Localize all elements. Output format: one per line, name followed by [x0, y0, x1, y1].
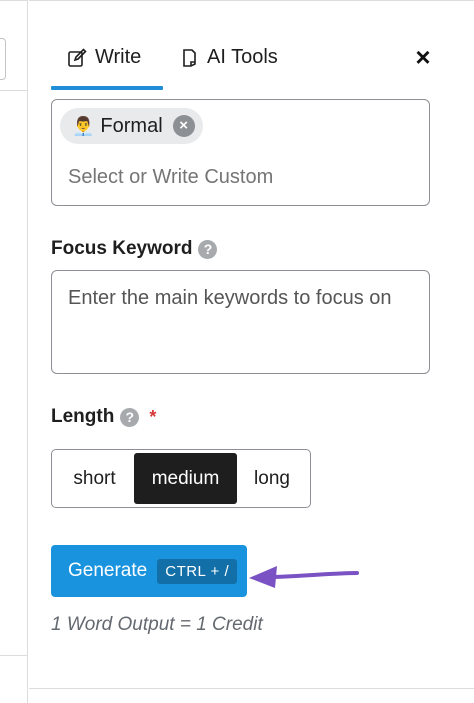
- tab-ai-tools-label: AI Tools: [207, 46, 278, 68]
- tab-ai-tools[interactable]: AI Tools: [179, 46, 278, 92]
- length-option-short[interactable]: short: [55, 453, 134, 504]
- editor-edge: [0, 0, 28, 703]
- length-label: Length: [51, 406, 115, 427]
- required-marker: *: [149, 406, 157, 427]
- keyboard-shortcut-badge: CTRL + /: [157, 558, 238, 584]
- length-option-medium[interactable]: medium: [134, 453, 237, 504]
- tone-input[interactable]: [68, 166, 408, 189]
- close-button[interactable]: ×: [411, 44, 435, 70]
- tab-write-label: Write: [95, 46, 142, 68]
- annotation-arrow-icon: [249, 566, 359, 588]
- ai-tools-icon: [179, 48, 199, 68]
- generate-label: Generate: [68, 560, 148, 581]
- focus-keyword-input[interactable]: [51, 270, 430, 374]
- divider: [0, 90, 28, 91]
- tone-chip: 👨‍💼 Formal ×: [60, 108, 203, 144]
- length-selector: short medium long: [51, 449, 311, 508]
- length-option-long[interactable]: long: [237, 453, 307, 504]
- tone-select[interactable]: 👨‍💼 Formal ×: [51, 99, 430, 206]
- remove-chip-icon[interactable]: ×: [172, 115, 195, 137]
- tone-chip-label: Formal: [100, 114, 163, 137]
- ai-writer-panel: Write AI Tools × 👨‍💼 Formal × Focus Keyw…: [29, 0, 474, 703]
- divider: [0, 655, 28, 656]
- credit-note: 1 Word Output = 1 Credit: [51, 614, 263, 635]
- divider: [0, 0, 28, 1]
- panel-tabs: Write AI Tools ×: [29, 28, 474, 92]
- person-emoji-icon: 👨‍💼: [72, 115, 95, 136]
- active-tab-indicator: [51, 86, 163, 90]
- edit-icon: [67, 48, 87, 68]
- focus-keyword-label-row: Focus Keyword ?: [51, 238, 218, 260]
- editor-input-edge[interactable]: [0, 38, 6, 80]
- length-label-row: Length ? *: [51, 406, 156, 428]
- help-icon[interactable]: ?: [198, 239, 218, 259]
- help-icon[interactable]: ?: [120, 407, 140, 427]
- generate-button[interactable]: Generate CTRL + /: [51, 545, 247, 597]
- focus-keyword-label: Focus Keyword: [51, 238, 193, 259]
